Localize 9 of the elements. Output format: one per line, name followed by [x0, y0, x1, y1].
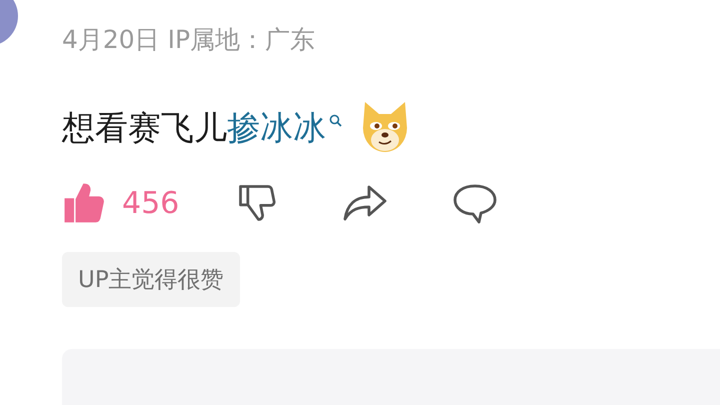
comment-text: 想看赛飞儿 [62, 107, 227, 149]
comment-meta: 4月20日 IP属地：广东 [62, 24, 316, 56]
creator-liked-tag: UP主觉得很赞 [62, 252, 240, 308]
comment-icon[interactable] [451, 182, 500, 224]
like-button[interactable]: 456 [62, 181, 180, 226]
thumbs-up-icon [62, 181, 106, 226]
share-icon[interactable] [341, 183, 390, 224]
search-link[interactable]: 掺冰冰 [227, 106, 343, 150]
search-icon [329, 114, 343, 128]
